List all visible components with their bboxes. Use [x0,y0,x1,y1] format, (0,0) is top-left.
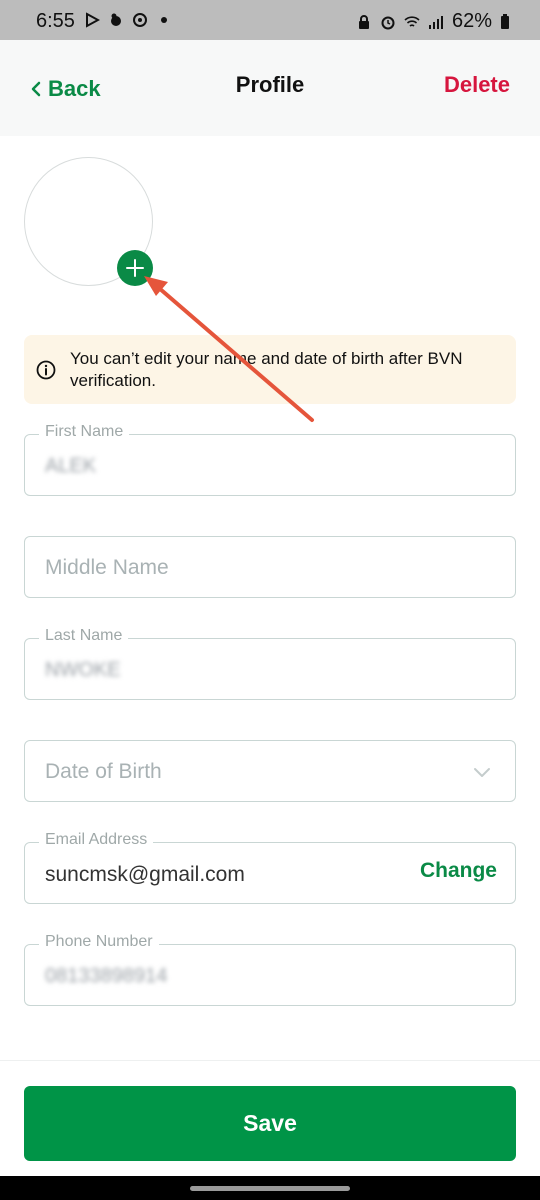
status-right: 62% [356,10,510,33]
delete-button[interactable]: Delete [444,72,510,98]
date-of-birth-select[interactable]: Date of Birth [24,740,516,802]
status-time: 6:55 [36,10,75,32]
first-name-label: First Name [39,423,130,441]
first-name-value: ALEK [45,455,97,477]
home-indicator[interactable] [190,1186,350,1191]
plus-icon [126,259,144,277]
email-field[interactable]: Email Address suncmsk@gmail.com Change [24,831,516,904]
email-value: suncmsk@gmail.com [45,863,245,886]
play-icon [86,12,100,28]
alarm-icon [381,16,395,29]
sync-icon [133,13,147,27]
first-name-field[interactable]: First Name ALEK [24,423,516,496]
footer-divider [0,1060,540,1061]
dot-icon [161,17,167,23]
save-button[interactable]: Save [24,1086,516,1161]
info-icon [36,360,56,379]
notice-text: You can’t edit your name and date of bir… [70,348,463,390]
email-label: Email Address [39,831,154,849]
phone-field[interactable]: Phone Number 08133898914 [24,933,516,1006]
middle-name-placeholder: Middle Name [45,556,169,579]
battery-percent: 62% [451,10,492,32]
wifi-icon [404,15,420,27]
add-photo-button[interactable] [117,250,153,286]
change-email-button[interactable]: Change [420,859,497,883]
last-name-field[interactable]: Last Name NWOKE [24,627,516,700]
chevron-down-icon [474,768,490,777]
last-name-label: Last Name [39,627,129,645]
middle-name-field[interactable]: Middle Name [24,536,516,598]
status-bar: 6:55 62% [0,0,540,40]
signal-icon [428,15,443,29]
bvn-notice: You can’t edit your name and date of bir… [24,335,516,404]
last-name-value: NWOKE [45,659,121,681]
date-of-birth-placeholder: Date of Birth [45,760,162,783]
battery-icon [501,13,509,29]
lock-icon [358,14,369,29]
header-bar: Back Profile Delete [0,40,540,136]
bird-icon [111,13,121,26]
phone-value: 08133898914 [45,965,168,987]
status-left-icons [84,12,172,28]
phone-label: Phone Number [39,933,159,951]
